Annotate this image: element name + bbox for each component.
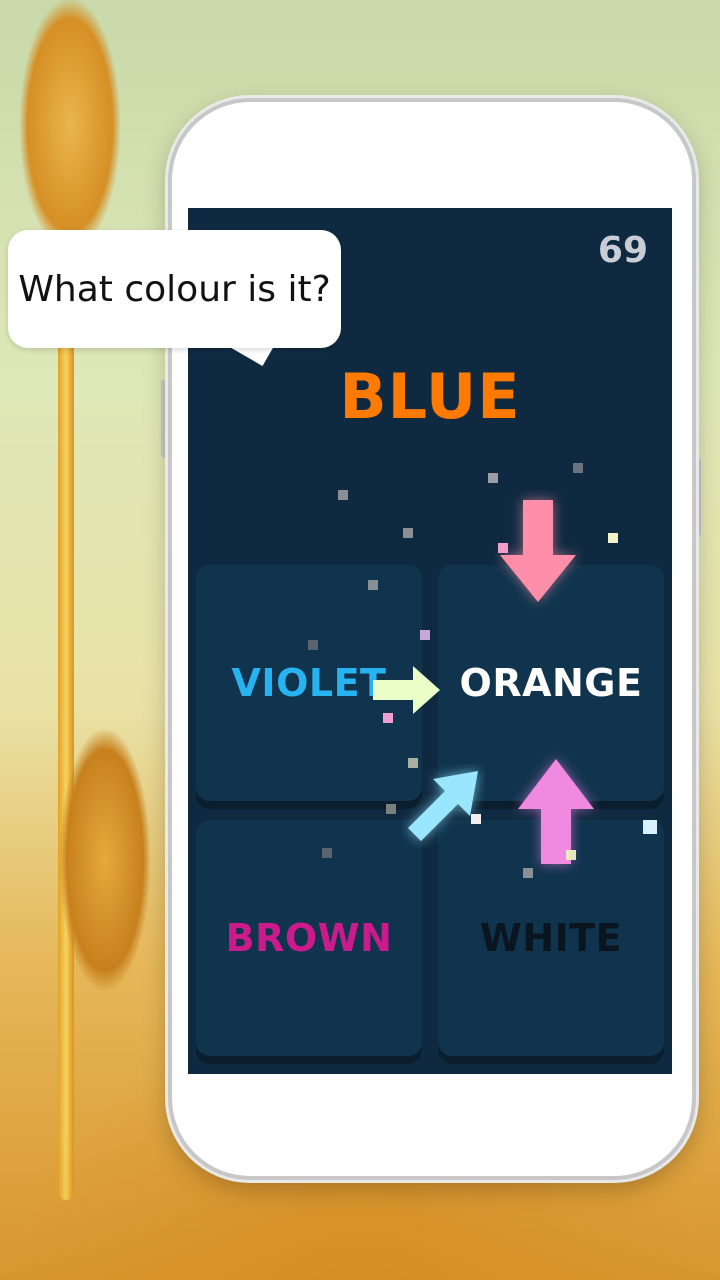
particle — [383, 713, 393, 723]
particle — [403, 528, 413, 538]
particle — [488, 473, 498, 483]
particle — [523, 868, 533, 878]
wheat-ear — [20, 0, 120, 250]
arrow-down-icon — [500, 500, 576, 602]
particle — [308, 640, 318, 650]
tile-label: BROWN — [225, 916, 393, 960]
particle — [566, 850, 576, 860]
speech-bubble: What colour is it? — [8, 230, 341, 348]
particle — [471, 814, 481, 824]
particle — [338, 490, 348, 500]
particle — [420, 630, 430, 640]
particle — [322, 848, 332, 858]
tile-label: VIOLET — [231, 661, 387, 705]
tile-label: ORANGE — [459, 661, 643, 705]
arrow-up-icon — [518, 759, 594, 864]
target-word: BLUE — [339, 360, 521, 433]
particle — [386, 804, 396, 814]
tile-label: WHITE — [479, 916, 623, 960]
particle — [368, 580, 378, 590]
score-counter: 69 — [597, 230, 648, 271]
answer-tile-brown[interactable]: BROWN — [196, 820, 422, 1056]
particle — [608, 533, 618, 543]
particle — [408, 758, 418, 768]
particle — [498, 543, 508, 553]
wheat-ear — [60, 730, 150, 990]
arrow-right-icon — [373, 666, 440, 714]
particle — [643, 820, 657, 834]
speech-bubble-text: What colour is it? — [18, 268, 331, 310]
particle — [573, 463, 583, 473]
arrow-up-right-icon — [408, 771, 478, 841]
